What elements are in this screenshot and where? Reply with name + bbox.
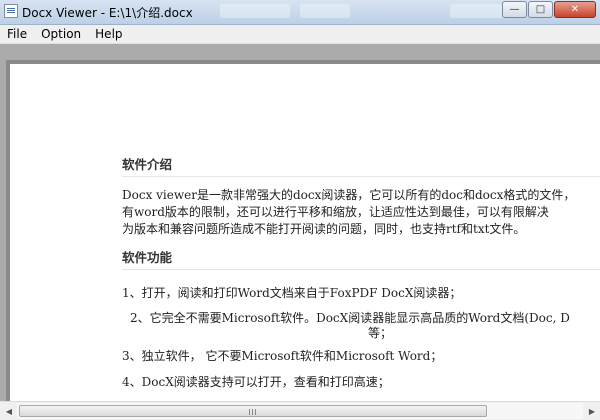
background-window-ghost: [300, 4, 350, 18]
minimize-button[interactable]: —: [502, 1, 527, 18]
window-title: Docx Viewer - E:\1\介绍.docx: [22, 6, 193, 20]
background-window-ghost: [220, 4, 290, 18]
menu-help[interactable]: Help: [88, 25, 129, 43]
feature-item: 2、它完全不需要Microsoft软件。DocX阅读器能显示高品质的Word文档…: [130, 311, 570, 325]
scroll-thumb[interactable]: [19, 405, 487, 417]
document-page: 软件介绍 Docx viewer是一款非常强大的docx阅读器，它可以所有的do…: [10, 64, 600, 401]
feature-item-continued: 等；: [368, 326, 393, 340]
scroll-track[interactable]: [17, 403, 583, 419]
menu-option[interactable]: Option: [34, 25, 88, 43]
horizontal-scrollbar[interactable]: ◀ ▶: [0, 401, 600, 420]
intro-line: 为版本和兼容问题所造成不能打开阅读的问题，同时，也支持rtf和txt文件。: [122, 222, 526, 236]
feature-item: 4、DocX阅读器支持可以打开，查看和打印高速；: [122, 375, 390, 389]
heading-intro: 软件介绍: [122, 154, 600, 177]
scroll-right-arrow-icon[interactable]: ▶: [584, 403, 600, 419]
window-controls: — □ ✕: [501, 1, 596, 18]
app-icon: [4, 4, 18, 18]
heading-features: 软件功能: [122, 247, 600, 270]
grip-icon: [249, 409, 257, 415]
intro-line: 有word版本的限制，还可以进行平移和缩放，让适应性达到最佳，可以有限解决: [122, 205, 549, 219]
feature-item: 3、独立软件， 它不要Microsoft软件和Microsoft Word；: [122, 349, 443, 363]
close-button[interactable]: ✕: [554, 1, 596, 18]
scroll-left-arrow-icon[interactable]: ◀: [1, 403, 17, 419]
maximize-button[interactable]: □: [528, 1, 553, 18]
menu-bar: File Option Help: [0, 25, 600, 44]
title-bar: Docx Viewer - E:\1\介绍.docx — □ ✕: [0, 0, 600, 25]
menu-file[interactable]: File: [0, 25, 34, 43]
feature-item: 1、打开，阅读和打印Word文档来自于FoxPDF DocX阅读器；: [122, 286, 462, 300]
intro-line: Docx viewer是一款非常强大的docx阅读器，它可以所有的doc和doc…: [122, 188, 576, 202]
document-viewport[interactable]: 软件介绍 Docx viewer是一款非常强大的docx阅读器，它可以所有的do…: [0, 44, 600, 401]
